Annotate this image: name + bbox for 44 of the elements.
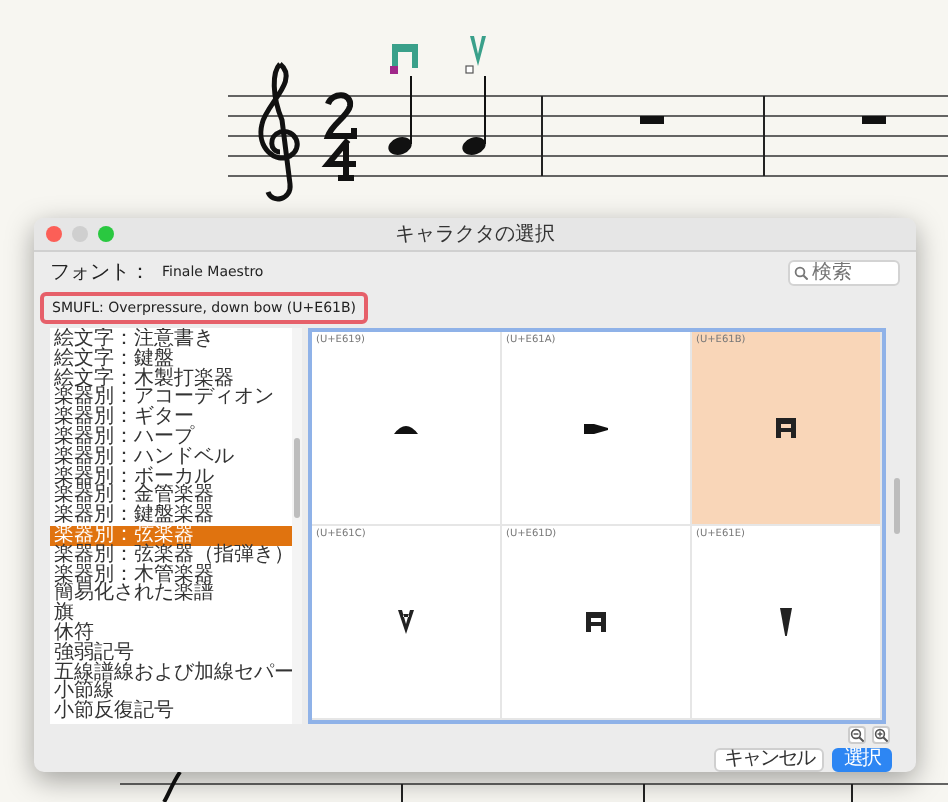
rest-icon	[640, 116, 664, 124]
cancel-button[interactable]: キャンセル	[714, 748, 824, 772]
zoom-in-button[interactable]	[872, 726, 890, 744]
search-icon	[794, 265, 808, 280]
category-item[interactable]: 楽器別：ボーカル	[50, 467, 292, 487]
category-item[interactable]: 楽器別：鍵盤楽器	[50, 506, 292, 526]
category-item[interactable]: 簡易化された楽譜	[50, 584, 292, 605]
category-item[interactable]: 絵文字：木製打楽器	[50, 369, 292, 389]
category-item[interactable]: 楽器別：金管楽器	[50, 486, 292, 507]
font-label: フォント：	[50, 260, 150, 287]
down-bow-icon	[586, 612, 606, 632]
arc-icon	[394, 422, 418, 434]
category-item[interactable]: 楽器別：ギター	[50, 408, 292, 428]
category-item[interactable]: 楽器別：アコーディオン	[50, 388, 292, 409]
scrollbar-thumb[interactable]	[294, 438, 300, 518]
wedge-icon	[780, 608, 792, 636]
category-item[interactable]: 小節反復記号	[50, 702, 292, 722]
category-item[interactable]: 絵文字：鍵盤	[50, 349, 292, 370]
category-item[interactable]: 小節線	[50, 682, 292, 703]
zoom-button[interactable]	[98, 225, 114, 242]
note-icon	[388, 75, 412, 156]
down-bow-icon	[776, 418, 796, 438]
search-field[interactable]: 検索	[788, 259, 900, 286]
zoom-out-button[interactable]	[848, 726, 866, 744]
category-item[interactable]: 楽器別：弦楽器（指弾き）	[50, 545, 292, 566]
close-button[interactable]	[46, 225, 62, 242]
note-icon	[462, 75, 486, 156]
rest-icon	[862, 116, 886, 124]
category-item[interactable]: 旗	[50, 604, 292, 624]
scrollbar-thumb[interactable]	[894, 478, 901, 534]
dash-icon	[584, 423, 608, 433]
window-title: キャラクタの選択	[395, 223, 555, 246]
category-item[interactable]: 休符	[50, 623, 292, 644]
category-item[interactable]: 強弱記号	[50, 643, 292, 664]
select-button[interactable]: 選択	[832, 748, 892, 772]
category-item[interactable]: 楽器別：ハープ	[50, 427, 292, 448]
down-bow-icon	[390, 44, 418, 74]
category-item[interactable]: 五線譜線および加線セパー	[50, 663, 292, 683]
up-bow-icon	[398, 610, 414, 634]
category-item[interactable]: 楽器別：木管楽器	[50, 565, 292, 585]
treble-clef-icon	[258, 61, 300, 202]
category-item[interactable]: 楽器別：ハンドベル	[50, 447, 292, 468]
time-signature-drawing	[321, 92, 359, 181]
up-bow-icon	[465, 36, 486, 74]
